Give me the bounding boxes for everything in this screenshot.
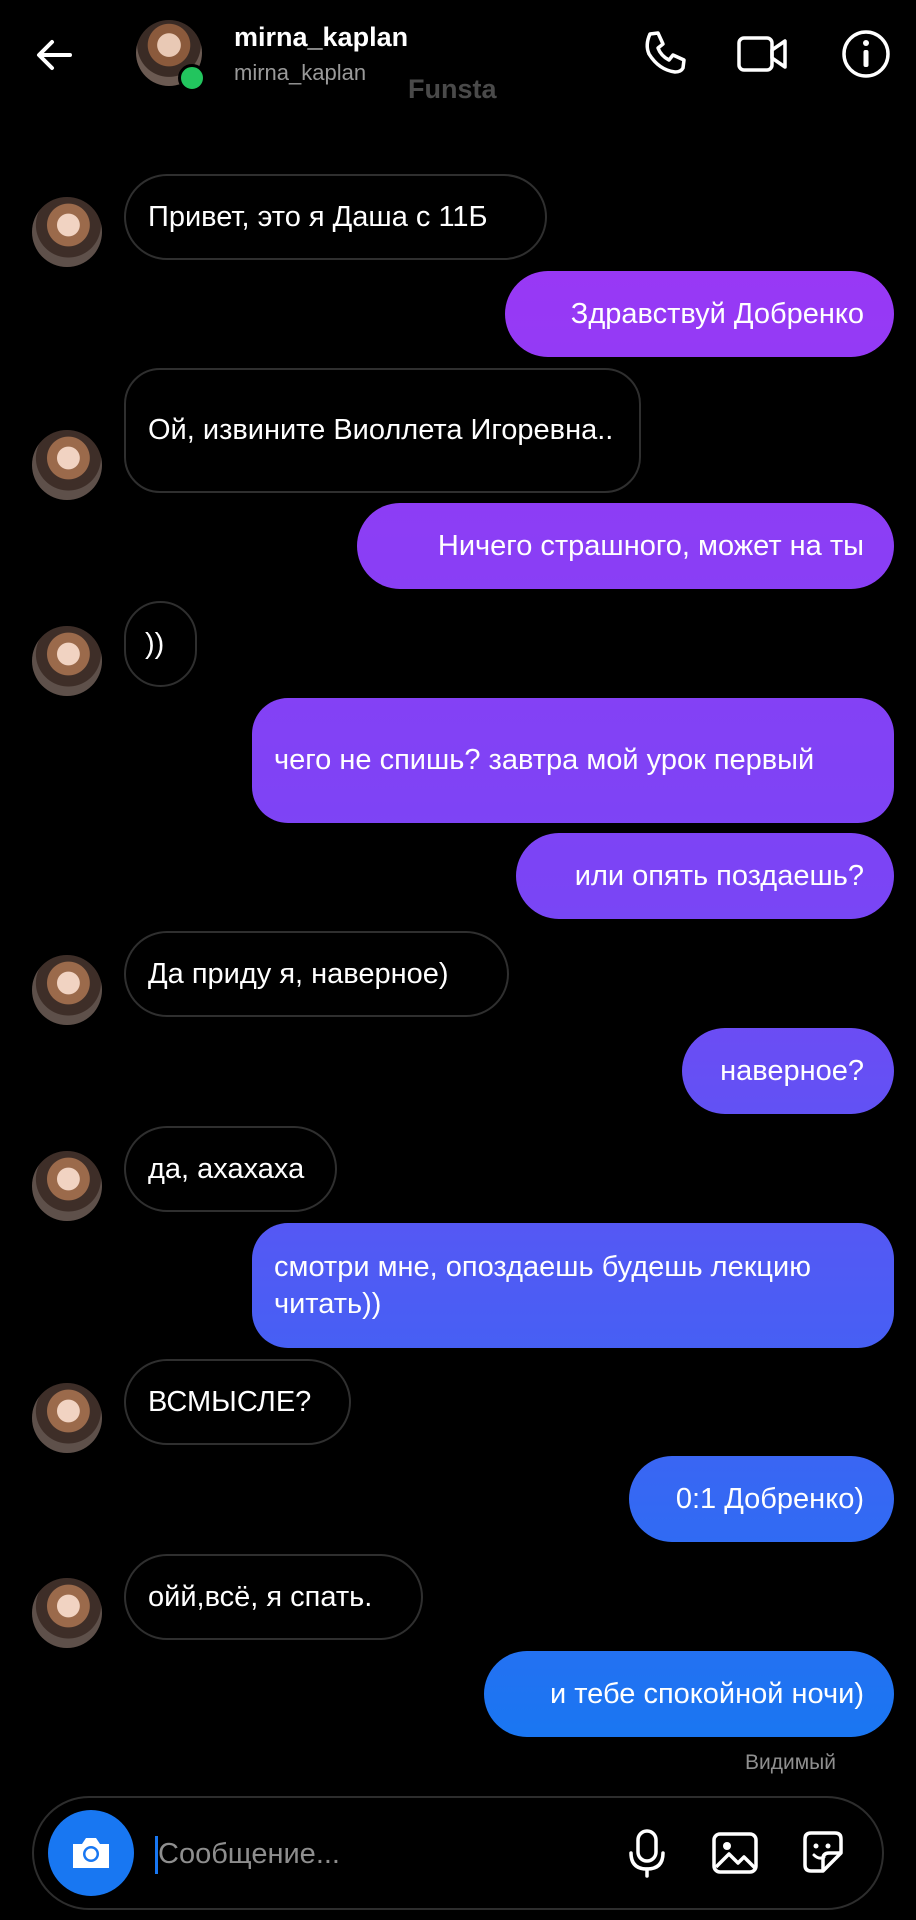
message-outgoing[interactable]: 0:1 Добренко) bbox=[629, 1456, 894, 1542]
camera-icon bbox=[73, 1838, 109, 1868]
gallery-icon[interactable] bbox=[709, 1827, 761, 1879]
message-input[interactable]: Сообщение... bbox=[158, 1838, 340, 1871]
sender-avatar[interactable] bbox=[32, 197, 102, 267]
sender-avatar[interactable] bbox=[32, 430, 102, 500]
message-incoming[interactable]: Привет, это я Даша с 11Б bbox=[124, 174, 547, 260]
contact-name[interactable]: mirna_kaplan bbox=[234, 22, 408, 53]
phone-icon[interactable] bbox=[636, 26, 692, 82]
microphone-icon[interactable] bbox=[621, 1827, 673, 1879]
sender-avatar[interactable] bbox=[32, 1151, 102, 1221]
message-incoming[interactable]: ВСМЫСЛЕ? bbox=[124, 1359, 351, 1445]
camera-button[interactable] bbox=[48, 1810, 134, 1896]
message-incoming[interactable]: )) bbox=[124, 601, 197, 687]
message-outgoing[interactable]: Здравствуй Добренко bbox=[505, 271, 894, 357]
funsta-label: Funsta bbox=[408, 74, 497, 104]
message-outgoing[interactable]: наверное? bbox=[682, 1028, 894, 1114]
video-icon[interactable] bbox=[734, 26, 790, 82]
info-icon[interactable] bbox=[838, 26, 894, 82]
sticker-icon[interactable] bbox=[797, 1827, 849, 1879]
message-incoming[interactable]: да, ахахаха bbox=[124, 1126, 337, 1212]
seen-status: Видимый bbox=[745, 1751, 836, 1774]
sender-avatar[interactable] bbox=[32, 626, 102, 696]
sender-avatar[interactable] bbox=[32, 955, 102, 1025]
message-outgoing[interactable]: Ничего страшного, может на ты bbox=[357, 503, 894, 589]
back-arrow-icon[interactable] bbox=[30, 30, 80, 80]
sender-avatar[interactable] bbox=[32, 1383, 102, 1453]
online-indicator bbox=[178, 64, 206, 92]
message-outgoing[interactable]: или опять поздаешь? bbox=[516, 833, 894, 919]
chat-header: mirna_kaplan mirna_kaplan Funsta bbox=[0, 0, 916, 120]
message-outgoing[interactable]: чего не спишь? завтра мой урок первый bbox=[252, 698, 894, 823]
message-incoming[interactable]: Ой, извините Виоллета Игоревна.. bbox=[124, 368, 641, 493]
sender-avatar[interactable] bbox=[32, 1578, 102, 1648]
contact-username: mirna_kaplan bbox=[234, 60, 367, 85]
message-incoming[interactable]: ойй,всё, я спать. bbox=[124, 1554, 423, 1640]
message-outgoing[interactable]: смотри мне, опоздаешь будешь лекцию чита… bbox=[252, 1223, 894, 1348]
message-outgoing[interactable]: и тебе спокойной ночи) bbox=[484, 1651, 894, 1737]
message-incoming[interactable]: Да приду я, наверное) bbox=[124, 931, 509, 1017]
